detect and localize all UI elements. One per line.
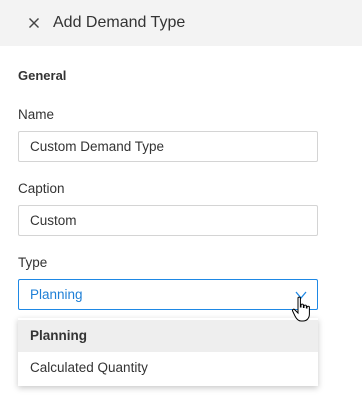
- type-label: Type: [18, 255, 48, 270]
- panel-header: Add Demand Type: [0, 0, 362, 46]
- caption-label: Caption: [18, 181, 65, 196]
- type-select-value: Planning: [30, 287, 83, 302]
- close-button[interactable]: [24, 13, 44, 33]
- type-select[interactable]: Planning: [18, 279, 318, 310]
- section-title-general: General: [18, 68, 67, 83]
- name-label: Name: [18, 107, 55, 122]
- chevron-down-icon: [295, 291, 307, 300]
- type-dropdown-list: Planning Calculated Quantity: [18, 318, 318, 386]
- dropdown-option-calculated-quantity[interactable]: Calculated Quantity: [18, 352, 318, 384]
- add-demand-type-panel: Add Demand Type General Name Caption Typ…: [0, 0, 362, 399]
- name-input[interactable]: [18, 131, 318, 162]
- dropdown-option-planning[interactable]: Planning: [18, 320, 318, 352]
- panel-title: Add Demand Type: [53, 14, 186, 31]
- close-icon: [29, 18, 39, 28]
- caption-input[interactable]: [18, 205, 318, 236]
